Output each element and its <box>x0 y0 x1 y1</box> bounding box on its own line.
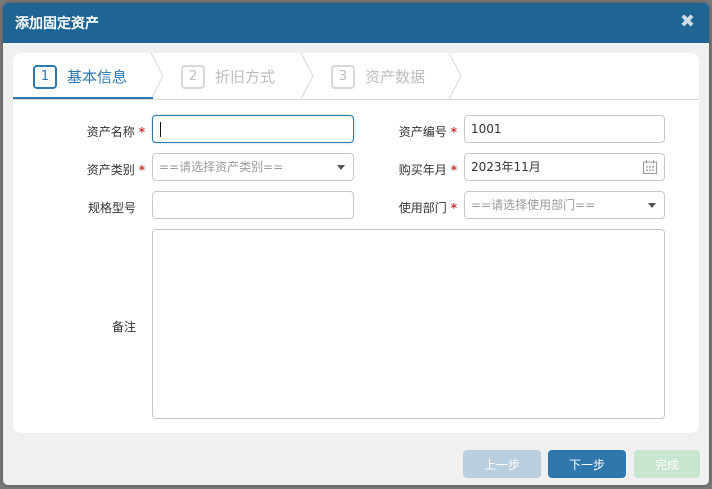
finish-button[interactable]: 完成 <box>634 450 700 478</box>
chevron-down-icon <box>337 165 345 170</box>
step-number: 2 <box>181 65 205 89</box>
next-step-button[interactable]: 下一步 <box>548 450 626 478</box>
wizard-steps: 1 基本信息 2 折旧方式 3 资产数据 <box>13 53 699 100</box>
department-label: 使用部门 * <box>398 201 457 215</box>
asset-category-select[interactable]: ==请选择资产类别== <box>152 153 354 181</box>
purchase-month-input[interactable]: 2023年11月 <box>464 153 665 181</box>
required-mark: * <box>138 163 145 177</box>
dialog-title: 添加固定资产 <box>15 16 99 32</box>
required-mark: * <box>450 201 457 215</box>
step-separator-icon <box>448 53 462 99</box>
remarks-label: 备注 <box>111 320 136 334</box>
prev-step-button[interactable]: 上一步 <box>463 450 541 478</box>
step-number: 1 <box>33 65 57 89</box>
department-select[interactable]: ==请选择使用部门== <box>464 191 665 219</box>
required-mark: * <box>450 125 457 139</box>
dialog-footer: 上一步 下一步 完成 <box>3 443 709 485</box>
step-basic-info[interactable]: 1 基本信息 <box>13 53 163 99</box>
wizard-panel: 1 基本信息 2 折旧方式 3 资产数据 资产名称 * 资产编号 * 1001 … <box>13 53 699 433</box>
close-icon[interactable]: ✖ <box>680 11 695 32</box>
step-label: 基本信息 <box>67 68 128 86</box>
add-fixed-asset-dialog: 添加固定资产 ✖ 1 基本信息 2 折旧方式 3 资产数据 资产名称 * 资产编… <box>3 3 709 485</box>
remarks-textarea[interactable] <box>152 229 665 419</box>
step-label: 折旧方式 <box>215 68 276 86</box>
required-mark: * <box>450 163 457 177</box>
text-cursor <box>160 122 161 137</box>
asset-code-input[interactable]: 1001 <box>464 115 665 143</box>
active-step-underline <box>13 97 153 99</box>
asset-code-label: 资产编号 * <box>398 125 457 139</box>
step-asset-data[interactable]: 3 资产数据 <box>315 53 465 99</box>
spec-model-label: 规格型号 <box>87 201 136 215</box>
step-depreciation[interactable]: 2 折旧方式 <box>165 53 315 99</box>
step-number: 3 <box>331 65 355 89</box>
asset-name-input[interactable] <box>152 115 354 143</box>
calendar-icon[interactable] <box>642 159 658 175</box>
asset-category-label: 资产类别 * <box>86 163 145 177</box>
chevron-down-icon <box>648 203 656 208</box>
dialog-titlebar: 添加固定资产 ✖ <box>3 3 709 43</box>
step-label: 资产数据 <box>365 68 426 86</box>
asset-name-label: 资产名称 * <box>86 125 145 139</box>
purchase-month-label: 购买年月 * <box>398 163 457 177</box>
required-mark: * <box>138 125 145 139</box>
spec-model-input[interactable] <box>152 191 354 219</box>
